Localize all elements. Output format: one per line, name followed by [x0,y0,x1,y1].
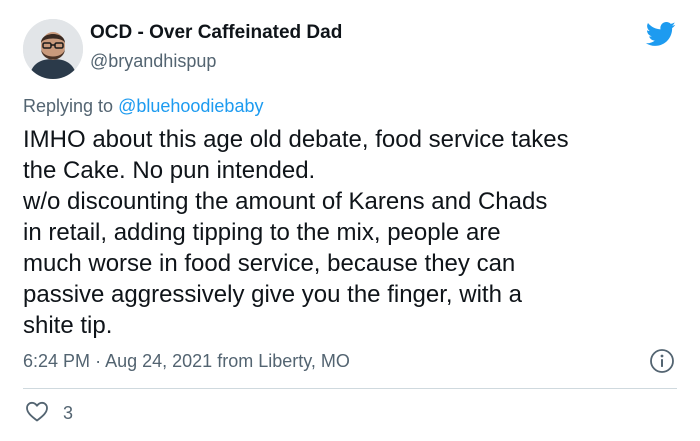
reply-mention-link[interactable]: @bluehoodiebaby [118,96,263,116]
author-handle[interactable]: @bryandhispup [90,49,342,73]
divider [23,388,677,389]
tweet-text-line: shite tip. [23,312,113,339]
tweet-text: IMHO about this age old debate, food ser… [23,124,683,341]
twitter-bird-icon[interactable] [644,19,678,49]
meta-separator: · [95,351,102,371]
tweet-text-line: the Cake. No pun intended. [23,157,316,184]
tweet-text-line: much worse in food service, because they… [23,250,516,277]
tweet-time[interactable]: 6:24 PM [23,351,90,371]
replying-to-label: Replying to [23,96,114,116]
tweet-text-line: w/o discounting the amount of Karens and… [23,188,548,215]
tweet-location: from Liberty, MO [217,351,350,371]
replying-to: Replying to @bluehoodiebaby [23,94,263,118]
like-button[interactable]: 3 [25,401,73,425]
info-icon[interactable] [649,348,675,374]
tweet-meta: 6:24 PM · Aug 24, 2021 from Liberty, MO [23,349,350,373]
heart-icon[interactable] [25,400,49,427]
author-display-name[interactable]: OCD - Over Caffeinated Dad [90,21,342,45]
like-count: 3 [63,403,74,423]
avatar[interactable] [23,19,83,79]
tweet-card: OCD - Over Caffeinated Dad @bryandhispup… [0,0,700,441]
tweet-text-line: in retail, adding tipping to the mix, pe… [23,219,501,246]
tweet-date[interactable]: Aug 24, 2021 [105,351,212,371]
tweet-text-line: IMHO about this age old debate, food ser… [23,126,569,153]
author-block: OCD - Over Caffeinated Dad @bryandhispup [90,21,342,73]
tweet-text-line: passive aggressively give you the finger… [23,281,522,308]
